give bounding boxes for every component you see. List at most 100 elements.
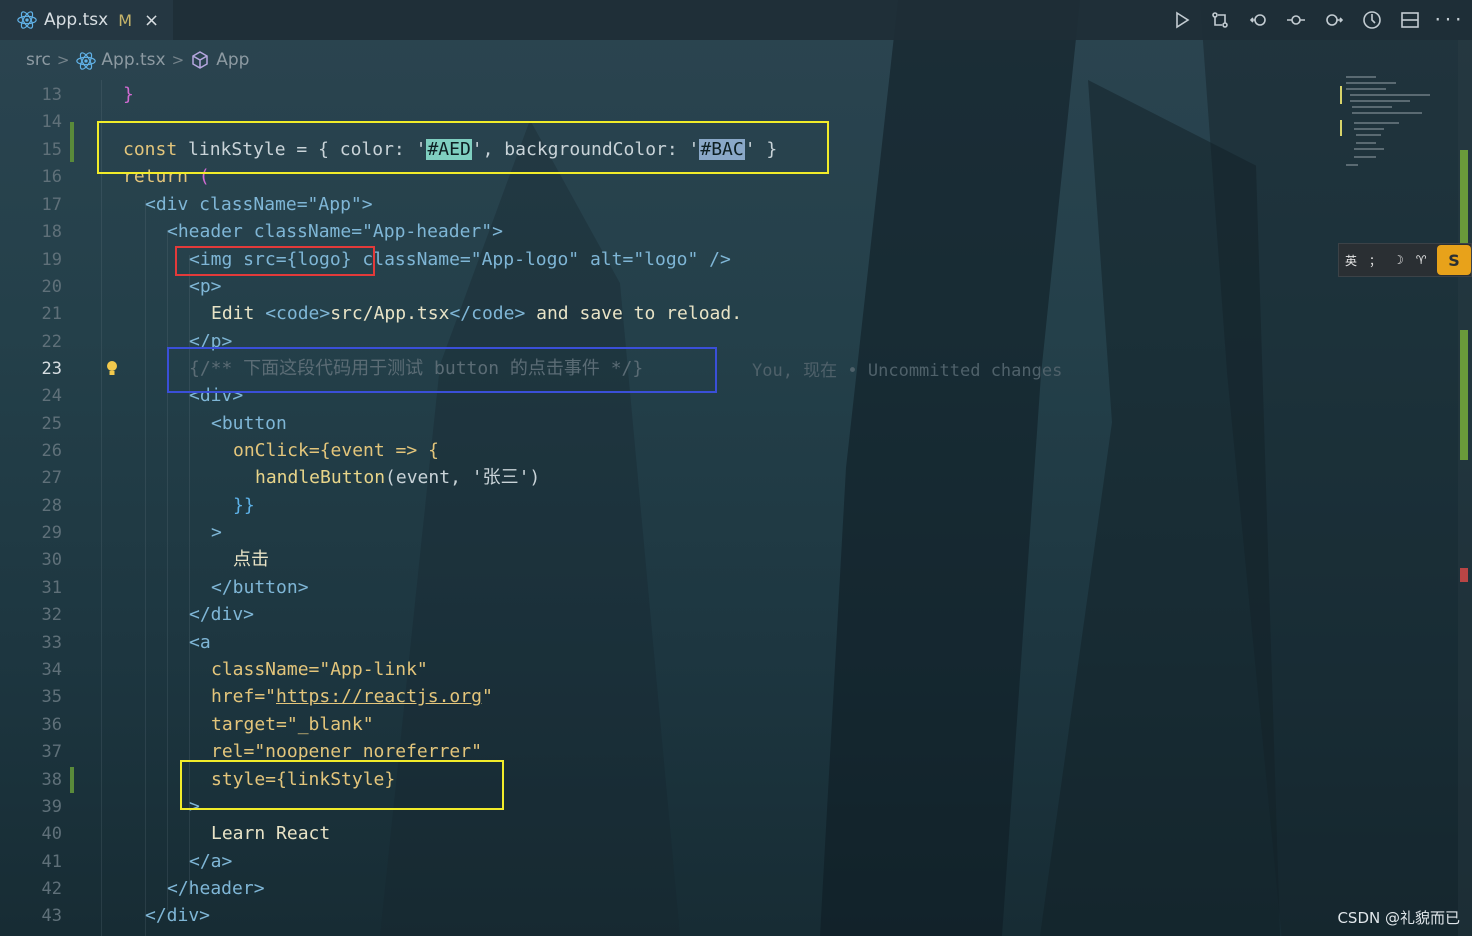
code-token: (event, '张三') [385, 467, 541, 489]
skin-icon[interactable]: ♈ [1410, 253, 1433, 267]
code-line: 32 </div> [0, 601, 1330, 628]
code-line: 20 <p> [0, 273, 1330, 300]
minimap[interactable] [1338, 72, 1458, 182]
ime-toolbar[interactable]: 英 ； ☽ ♈ S [1338, 243, 1472, 277]
code-line: 29 > [0, 519, 1330, 546]
code-token: > [211, 522, 222, 544]
line-number: 19 [41, 249, 62, 270]
breadcrumb-folder[interactable]: src [26, 50, 51, 70]
line-number: 30 [41, 549, 62, 570]
line-number: 22 [41, 331, 62, 352]
code-token: </div> [145, 905, 211, 927]
color-swatch-aed: #AED [426, 139, 472, 161]
git-commit-icon[interactable] [1286, 10, 1306, 30]
code-token: const [123, 139, 178, 161]
line-number: 42 [41, 878, 62, 899]
code-token: handleButton [255, 467, 386, 489]
line-number: 23 [41, 358, 62, 379]
code-line: 22 </p> [0, 328, 1330, 355]
code-line: 21 Edit <code>src/App.tsx</code> and save… [0, 300, 1330, 327]
line-number: 13 [41, 84, 62, 105]
code-token: </code> [449, 303, 526, 325]
code-token: <div className="App"> [145, 194, 373, 216]
code-token: rel="noopener noreferrer" [211, 741, 482, 763]
line-number: 39 [41, 796, 62, 817]
close-icon[interactable]: × [144, 10, 159, 31]
code-line: 27 handleButton(event, '张三') [0, 464, 1330, 491]
code-token: }} [233, 495, 255, 517]
sogou-logo-icon[interactable]: S [1437, 245, 1471, 275]
code-token: <p> [189, 276, 222, 298]
code-line: 42 </header> [0, 875, 1330, 902]
code-line: 15 const linkStyle = { color: '#AED', bac… [0, 136, 1330, 163]
tab-bar: App.tsx M × ··· [0, 0, 1472, 40]
code-line: 35 href="https://reactjs.org" [0, 683, 1330, 710]
code-line: 19 <img src={logo} className="App-logo" a… [0, 246, 1330, 273]
breadcrumb: src > App.tsx > App [0, 44, 249, 76]
tab-filename: App.tsx [44, 10, 109, 30]
code-token: href=" [211, 686, 277, 708]
code-line: 25 <button [0, 410, 1330, 437]
go-back-icon[interactable] [1248, 10, 1268, 30]
breadcrumb-symbol[interactable]: App [190, 50, 249, 70]
git-compare-icon[interactable] [1210, 10, 1230, 30]
code-line: 39 > [0, 793, 1330, 820]
line-number: 26 [41, 440, 62, 461]
code-token: target="_blank" [211, 714, 374, 736]
code-line: 18 <header className="App-header"> [0, 218, 1330, 245]
code-line: 23 {/** 下面这段代码用于测试 button 的点击事件 */} You,… [0, 355, 1330, 382]
code-token: ' } [744, 139, 778, 161]
code-line: 36 target="_blank" [0, 711, 1330, 738]
tab-app-tsx[interactable]: App.tsx M × [0, 0, 174, 40]
code-editor[interactable]: 13} 14 15 const linkStyle = { color: '#AE… [0, 80, 1330, 936]
moon-icon[interactable]: ☽ [1387, 253, 1410, 267]
url-link: https://reactjs.org [276, 686, 482, 708]
modified-badge: M [118, 10, 133, 30]
code-token: style={linkStyle} [211, 769, 396, 791]
code-token: className="App-link" [211, 659, 428, 681]
code-line: 34 className="App-link" [0, 656, 1330, 683]
line-number: 37 [41, 741, 62, 762]
line-number: 17 [41, 194, 62, 215]
timeline-icon[interactable] [1362, 10, 1382, 30]
code-line: 14 [0, 108, 1330, 135]
line-number: 18 [41, 221, 62, 242]
line-number: 35 [41, 686, 62, 707]
code-token: <button [211, 413, 287, 435]
line-number: 31 [41, 577, 62, 598]
code-token: } [123, 84, 134, 106]
line-number: 27 [41, 467, 62, 488]
line-number: 32 [41, 604, 62, 625]
code-line: 24 <div> [0, 382, 1330, 409]
code-line: 17 <div className="App"> [0, 191, 1330, 218]
line-number: 33 [41, 632, 62, 653]
line-number: 25 [41, 413, 62, 434]
breadcrumb-symbol-label: App [216, 50, 250, 70]
lightbulb-icon[interactable] [105, 360, 119, 378]
code-token: <code> [265, 303, 331, 325]
split-editor-icon[interactable] [1400, 10, 1420, 30]
line-number: 16 [41, 166, 62, 187]
watermark: CSDN @礼貌而已 [1337, 909, 1460, 927]
code-token: ( [188, 166, 210, 188]
code-token: Edit [211, 303, 266, 325]
ime-language-toggle[interactable]: 英 [1339, 252, 1363, 269]
ime-punctuation-toggle[interactable]: ； [1363, 252, 1387, 269]
line-number: 34 [41, 659, 62, 680]
line-number: 15 [41, 139, 62, 160]
code-line: 31 </button> [0, 574, 1330, 601]
more-actions-icon[interactable]: ··· [1433, 10, 1464, 30]
vertical-scrollbar[interactable] [1458, 40, 1472, 936]
line-number: 36 [41, 714, 62, 735]
code-token: <div> [189, 385, 244, 407]
code-token: return [123, 166, 189, 188]
go-forward-icon[interactable] [1324, 10, 1344, 30]
run-icon[interactable] [1172, 10, 1192, 30]
code-line: 37 rel="noopener noreferrer" [0, 738, 1330, 765]
code-token: Learn React [211, 823, 331, 845]
code-token: > [189, 796, 200, 818]
code-line: 38 style={linkStyle} [0, 766, 1330, 793]
scroll-git-marker [1460, 330, 1468, 460]
color-swatch-bac: #BAC [699, 139, 745, 161]
breadcrumb-file[interactable]: App.tsx [75, 50, 166, 70]
